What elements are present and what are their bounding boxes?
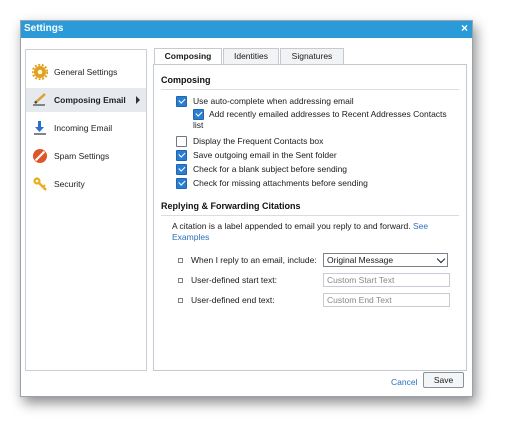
auto-complete-checkbox[interactable] (176, 96, 187, 107)
reply-include-value: Original Message (327, 255, 394, 265)
bullet-icon (178, 278, 183, 283)
divider (161, 215, 459, 216)
reply-include-select[interactable]: Original Message (323, 253, 448, 267)
auto-complete-label: Use auto-complete when addressing email (193, 96, 354, 106)
bullet-icon (178, 298, 183, 303)
end-text-label: User-defined end text: (191, 295, 275, 305)
key-icon (32, 176, 48, 192)
recent-addresses-label: Add recently emailed addresses to Recent… (209, 109, 447, 119)
composing-panel: Composing Use auto-complete when address… (153, 64, 467, 371)
divider (161, 89, 459, 90)
sidebar-item-label: Spam Settings (54, 151, 110, 161)
start-text-input[interactable]: Custom Start Text (323, 273, 450, 287)
no-entry-icon (32, 148, 48, 164)
save-button[interactable]: Save (423, 372, 464, 388)
see-examples-link-cont[interactable]: Examples (172, 232, 209, 242)
citations-description: A citation is a label appended to email … (172, 221, 457, 243)
composing-heading: Composing (161, 75, 211, 85)
tab-signatures[interactable]: Signatures (280, 48, 344, 65)
title-bar: Settings × (21, 21, 472, 38)
sidebar-item-label: Security (54, 179, 85, 189)
missing-attachments-label: Check for missing attachments before sen… (193, 178, 368, 188)
close-icon[interactable]: × (461, 21, 468, 35)
reply-include-label: When I reply to an email, include: (191, 255, 317, 265)
see-examples-link[interactable]: See (413, 221, 428, 231)
sidebar-item-label: Incoming Email (54, 123, 113, 133)
sidebar-item-label: General Settings (54, 67, 118, 77)
missing-attachments-checkbox[interactable] (176, 178, 187, 189)
sidebar-item-general-settings[interactable]: General Settings (26, 60, 146, 84)
sidebar-item-composing-email[interactable]: Composing Email (26, 88, 146, 112)
citations-heading: Replying & Forwarding Citations (161, 201, 301, 211)
settings-sidebar: General Settings Composing Email Incomin… (25, 49, 147, 371)
tab-identities[interactable]: Identities (223, 48, 279, 65)
settings-dialog: Settings × General Settings Composing Em… (20, 20, 473, 397)
start-text-label: User-defined start text: (191, 275, 277, 285)
sidebar-item-security[interactable]: Security (26, 172, 146, 196)
sidebar-item-spam-settings[interactable]: Spam Settings (26, 144, 146, 168)
window-title: Settings (24, 23, 64, 34)
blank-subject-label: Check for a blank subject before sending (193, 164, 348, 174)
frequent-contacts-checkbox[interactable] (176, 136, 187, 147)
sidebar-item-label: Composing Email (54, 95, 126, 105)
chevron-down-icon (436, 254, 446, 264)
frequent-contacts-label: Display the Frequent Contacts box (193, 136, 324, 146)
gear-icon (31, 63, 49, 81)
bullet-icon (178, 258, 183, 263)
cancel-button[interactable]: Cancel (391, 377, 417, 387)
citations-description-text: A citation is a label appended to email … (172, 221, 411, 231)
chevron-right-icon (136, 96, 140, 104)
save-sent-checkbox[interactable] (176, 150, 187, 161)
blank-subject-checkbox[interactable] (176, 164, 187, 175)
compose-pencil-icon (32, 92, 48, 108)
save-sent-label: Save outgoing email in the Sent folder (193, 150, 337, 160)
sidebar-item-incoming-email[interactable]: Incoming Email (26, 116, 146, 140)
end-text-input[interactable]: Custom End Text (323, 293, 450, 307)
recent-addresses-label-cont: list (193, 120, 204, 130)
incoming-arrow-icon (32, 120, 48, 136)
recent-addresses-checkbox[interactable] (193, 109, 204, 120)
